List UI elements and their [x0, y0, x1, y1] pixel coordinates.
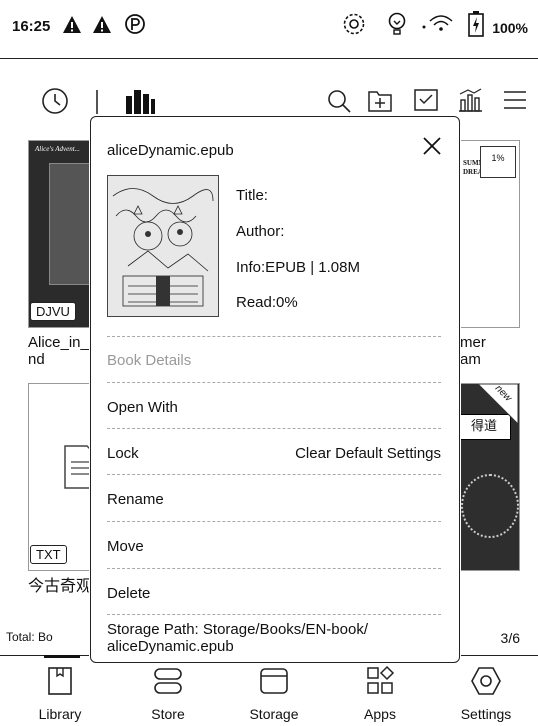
store-icon — [154, 668, 182, 694]
status-time: 16:25 — [12, 18, 51, 35]
nav-library[interactable]: Library — [10, 656, 110, 726]
p-icon — [125, 14, 145, 34]
book-title[interactable]: mer am — [460, 334, 486, 368]
divider — [107, 521, 441, 522]
page-indicator[interactable]: 3/6 — [501, 630, 520, 646]
nav-store[interactable]: Store — [118, 656, 218, 726]
book-info: Info:EPUB | 1.08M — [236, 259, 360, 276]
book-title-label: Title: — [236, 187, 268, 204]
book-title[interactable]: 今古奇观 — [28, 578, 92, 595]
divider — [107, 568, 441, 569]
divider — [107, 614, 441, 615]
progress-badge: 1% — [480, 146, 516, 178]
total-books-label: Total: Bo — [6, 630, 53, 644]
storage-icon — [260, 668, 288, 694]
divider — [107, 474, 441, 475]
book-format-tag: DJVU — [30, 302, 76, 321]
cover-illustration — [108, 176, 218, 316]
nav-label: Store — [151, 706, 185, 722]
select-icon[interactable] — [412, 86, 440, 114]
book-format-tag: TXT — [30, 545, 67, 564]
lock-item[interactable]: Lock — [107, 445, 139, 462]
sync-icon — [343, 13, 365, 35]
wifi-icon — [422, 15, 453, 31]
library-icon — [48, 667, 72, 695]
read-progress: Read:0% — [236, 294, 298, 311]
book-author-label: Author: — [236, 223, 285, 240]
nav-storage[interactable]: Storage — [224, 656, 324, 726]
nav-apps[interactable]: Apps — [330, 656, 430, 726]
divider — [107, 382, 441, 383]
close-icon[interactable] — [421, 135, 443, 157]
nav-label: Settings — [460, 706, 512, 722]
rename-item[interactable]: Rename — [107, 491, 164, 508]
clear-default-settings-button[interactable]: Clear Default Settings — [295, 445, 441, 462]
open-with-item[interactable]: Open With — [107, 399, 178, 416]
divider — [107, 428, 441, 429]
statistics-icon[interactable] — [456, 86, 484, 114]
book-title-line: am — [460, 351, 481, 368]
new-folder-icon[interactable] — [366, 86, 394, 114]
apps-icon — [367, 665, 395, 694]
book-title-line: Alice_in_ — [28, 334, 89, 351]
nav-active-indicator — [44, 655, 80, 658]
book-title[interactable]: Alice_in_ nd — [28, 334, 89, 368]
book-details-item: Book Details — [107, 352, 192, 369]
settings-icon — [471, 667, 501, 695]
toolbar-separator — [96, 90, 98, 114]
bookshelf-icon[interactable] — [124, 86, 156, 116]
nav-label: Apps — [364, 706, 396, 722]
delete-item[interactable]: Delete — [107, 585, 150, 602]
nav-settings[interactable]: Settings — [436, 656, 536, 726]
dialog-filename: aliceDynamic.epub — [107, 142, 234, 159]
alert-icon — [93, 16, 111, 33]
alert-icon — [63, 16, 81, 33]
bottom-navigation: Library Store Storage Apps Settings — [0, 655, 538, 726]
history-icon[interactable] — [40, 86, 70, 116]
divider — [107, 336, 441, 337]
status-bar: 16:25 100% — [0, 0, 538, 59]
battery-icon — [468, 11, 484, 37]
book-cover-thumbnail — [107, 175, 219, 317]
move-item[interactable]: Move — [107, 538, 144, 555]
battery-percent: 100% — [492, 20, 528, 36]
storage-path-line: Storage Path: Storage/Books/EN-book/ — [107, 621, 368, 638]
search-icon[interactable] — [326, 88, 352, 114]
nav-label: Library — [38, 706, 82, 722]
menu-icon[interactable] — [502, 88, 528, 112]
nav-label: Storage — [249, 706, 299, 722]
bulb-icon — [388, 12, 406, 35]
book-cover-text: Alice's Advent... — [35, 145, 80, 153]
book-context-dialog: aliceDynamic.epub Title: Author: Info:EP… — [90, 116, 460, 663]
storage-path: Storage Path: Storage/Books/EN-book/ ali… — [107, 621, 441, 655]
book-title-line: mer — [460, 334, 486, 351]
book-title-line: nd — [28, 351, 45, 368]
storage-path-line: aliceDynamic.epub — [107, 638, 234, 655]
